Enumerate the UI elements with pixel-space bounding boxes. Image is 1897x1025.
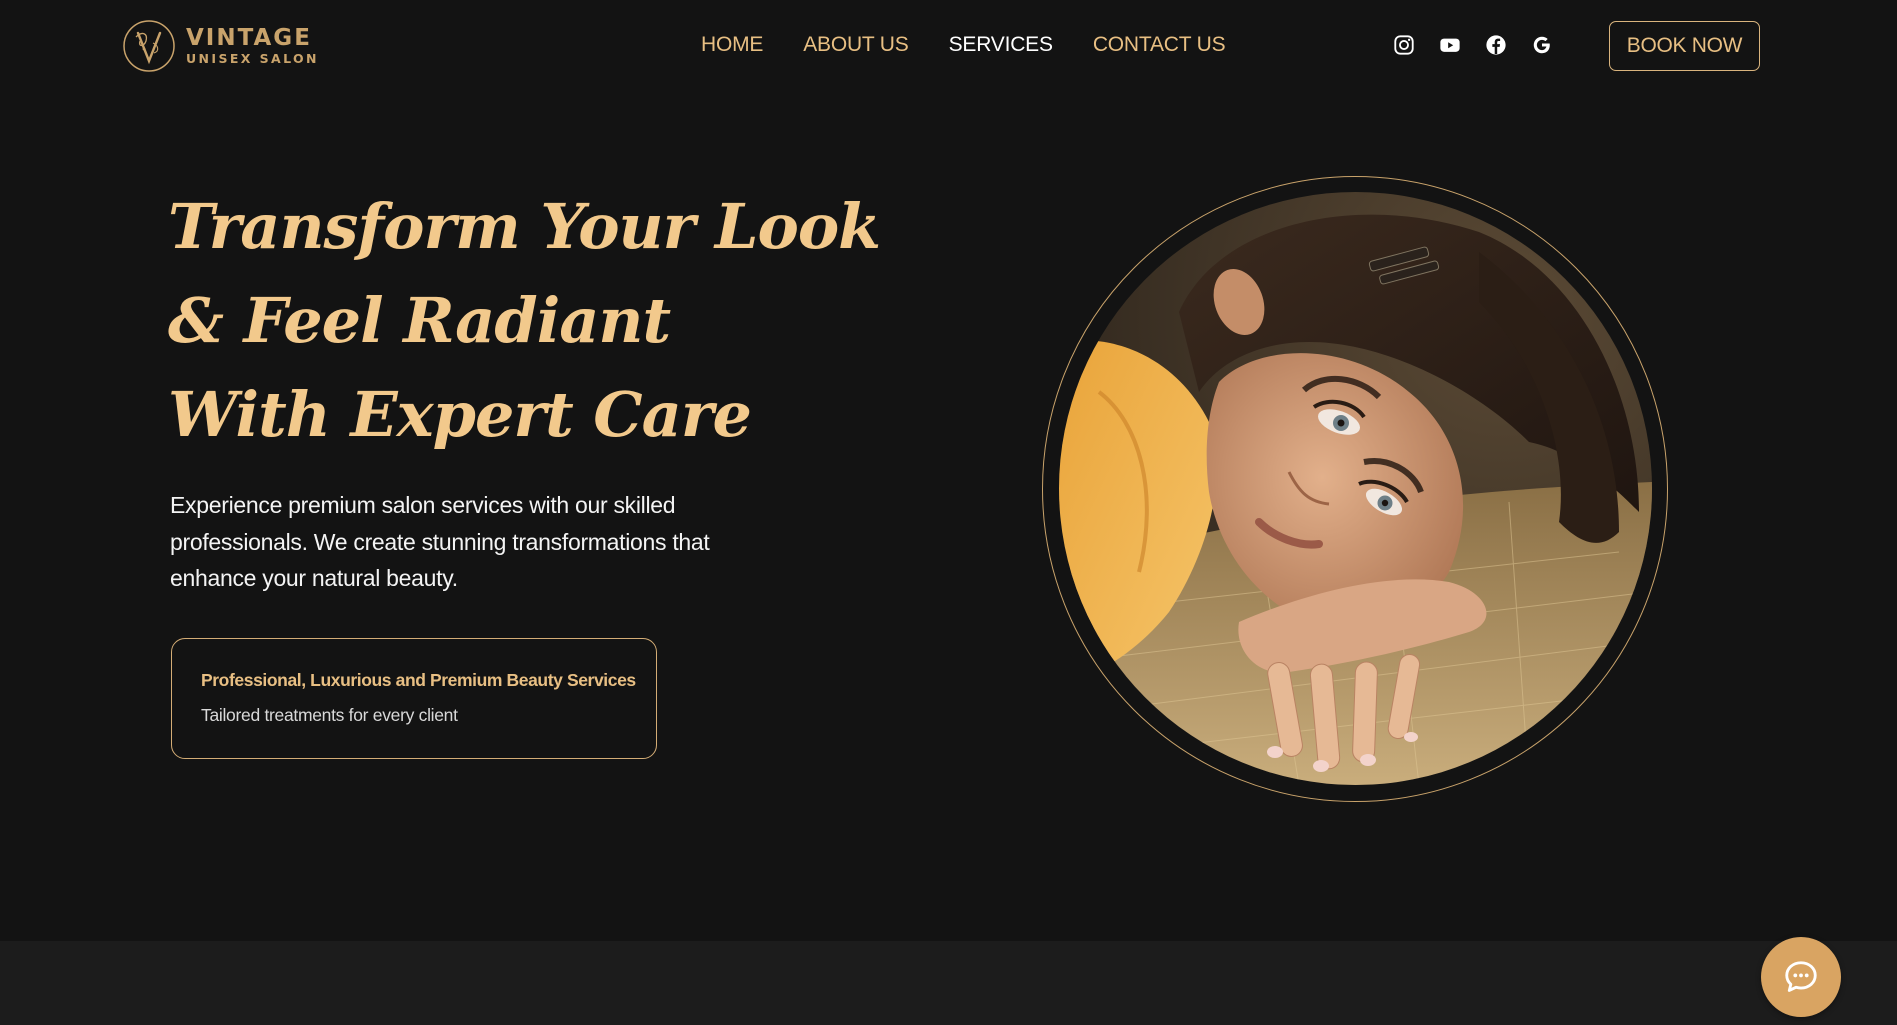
brand-logo[interactable]: VINTAGE UNISEX SALON xyxy=(122,19,319,73)
youtube-icon[interactable] xyxy=(1438,33,1462,57)
feature-card-title: Professional, Luxurious and Premium Beau… xyxy=(201,670,636,690)
chat-bubble-icon xyxy=(1785,961,1817,992)
instagram-icon[interactable] xyxy=(1392,33,1416,57)
nav-about-us[interactable]: ABOUT US xyxy=(803,33,909,57)
hero-description: Experience premium salon services with o… xyxy=(170,492,710,591)
next-section-band xyxy=(0,941,1897,1025)
feature-card-subtitle: Tailored treatments for every client xyxy=(201,705,458,725)
social-links xyxy=(1392,33,1554,57)
main-nav: HOME ABOUT US SERVICES CONTACT US xyxy=(701,33,1226,57)
brand-tagline: UNISEX SALON xyxy=(186,50,319,66)
feature-card: Professional, Luxurious and Premium Beau… xyxy=(171,638,657,759)
nav-services[interactable]: SERVICES xyxy=(949,33,1053,57)
brand-name: VINTAGE xyxy=(186,24,312,51)
brand-text: VINTAGE UNISEX SALON xyxy=(186,24,319,66)
hero-title-line-3: With Expert Care xyxy=(168,378,752,451)
book-now-button[interactable]: BOOK NOW xyxy=(1609,21,1760,71)
ornate-letter-v-logo-icon xyxy=(123,20,175,72)
hero-title-line-1: Transform Your Look xyxy=(168,190,881,263)
nav-contact-us[interactable]: CONTACT US xyxy=(1093,33,1226,57)
hero-title: Transform Your Look & Feel Radiant With … xyxy=(168,180,881,462)
google-icon[interactable] xyxy=(1530,33,1554,57)
nav-home[interactable]: HOME xyxy=(701,33,763,57)
chat-button[interactable] xyxy=(1761,937,1841,1017)
site-header: VINTAGE UNISEX SALON HOME ABOUT US SERVI… xyxy=(0,0,1897,94)
facebook-icon[interactable] xyxy=(1484,33,1508,57)
woman-portrait-photo xyxy=(1059,192,1652,785)
hero-title-line-2: & Feel Radiant xyxy=(168,284,671,357)
